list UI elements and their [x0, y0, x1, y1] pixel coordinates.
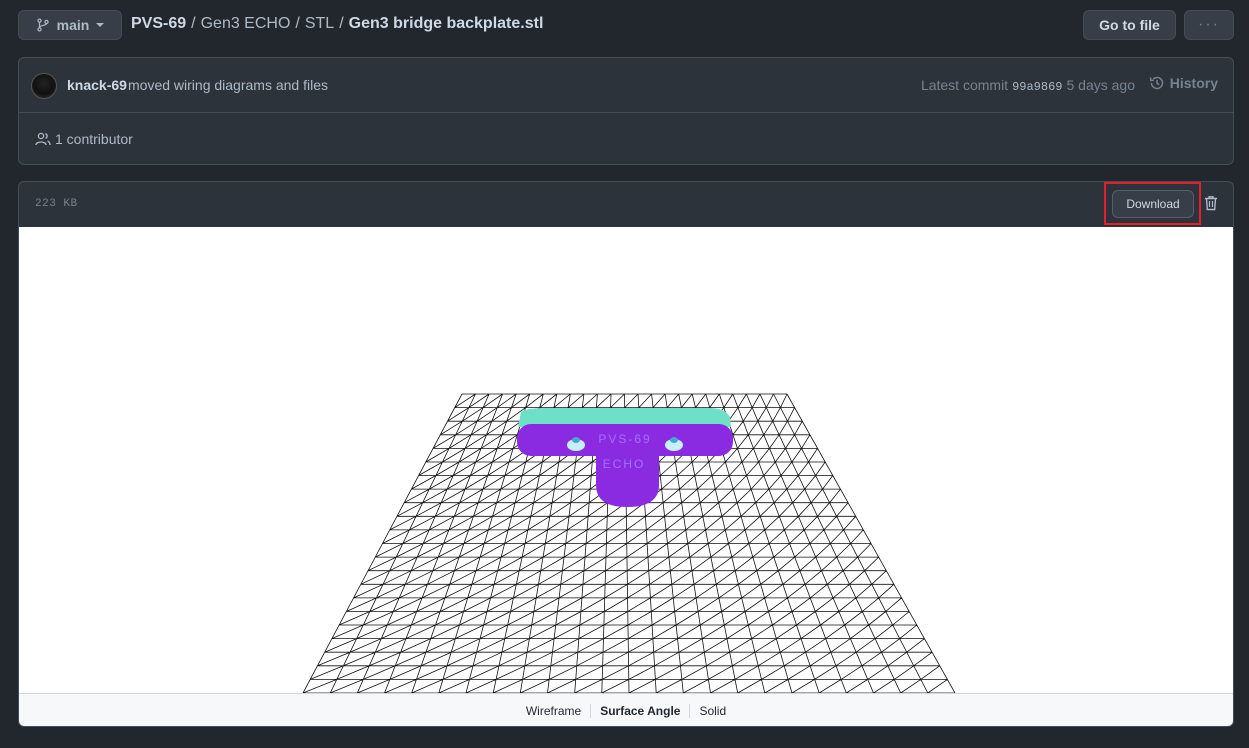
stl-render: PVS-69 ECHO: [302, 393, 956, 693]
file-size: 223 KB: [35, 198, 78, 210]
breadcrumb-dir-gen3-echo[interactable]: Gen3 ECHO: [201, 15, 291, 33]
git-branch-icon: [36, 18, 49, 32]
caret-down-icon: [96, 23, 105, 27]
avatar[interactable]: [31, 73, 57, 99]
people-icon: [35, 132, 51, 146]
file-header: 223 KB Download: [19, 182, 1233, 228]
breadcrumb: PVS-69 / Gen3 ECHO / STL / Gen3 bridge b…: [131, 15, 543, 33]
model-engraving-line2: ECHO: [603, 457, 646, 471]
commit-info-box: knack-69 moved wiring diagrams and files…: [18, 57, 1234, 165]
contributors-count: 1 contributor: [55, 131, 133, 147]
render-mode-bar: Wireframe Surface Angle Solid: [19, 693, 1233, 726]
commit-meta: Latest commit 99a9869 5 days ago: [921, 77, 1135, 94]
breadcrumb-repo-link[interactable]: PVS-69: [131, 15, 186, 33]
history-link[interactable]: History: [1149, 75, 1218, 91]
history-label: History: [1169, 75, 1218, 91]
latest-commit-label: Latest commit: [920, 77, 1009, 93]
latest-commit-row: knack-69 moved wiring diagrams and files…: [19, 58, 1233, 113]
trash-icon[interactable]: [1204, 195, 1218, 216]
breadcrumb-file-name: Gen3 bridge backplate.stl: [348, 15, 544, 32]
mode-wireframe-button[interactable]: Wireframe: [517, 704, 590, 718]
history-icon: [1149, 76, 1164, 90]
branch-selector-button[interactable]: main: [18, 10, 122, 40]
more-options-button[interactable]: ···: [1184, 10, 1234, 40]
mode-surface-angle-button[interactable]: Surface Angle: [591, 704, 689, 718]
breadcrumb-separator: /: [295, 15, 300, 32]
commit-sha-link[interactable]: 99a9869: [1012, 80, 1062, 94]
commit-message-link[interactable]: moved wiring diagrams and files: [128, 77, 328, 93]
contributors-link[interactable]: 1 contributor: [35, 131, 133, 147]
breadcrumb-separator: /: [191, 15, 196, 32]
commit-author-link[interactable]: knack-69: [67, 77, 127, 93]
breadcrumb-separator: /: [339, 15, 344, 32]
download-button[interactable]: Download: [1112, 190, 1194, 218]
breadcrumb-dir-stl[interactable]: STL: [305, 15, 334, 33]
go-to-file-button[interactable]: Go to file: [1083, 10, 1176, 40]
mode-solid-button[interactable]: Solid: [690, 704, 735, 718]
commit-time: 5 days ago: [1066, 77, 1136, 93]
model-engraving-line1: PVS-69: [598, 432, 651, 446]
stl-3d-viewer[interactable]: PVS-69 ECHO: [19, 227, 1233, 693]
file-viewer-box: 223 KB Download PVS-69 ECHO Wireframe Su…: [18, 181, 1234, 727]
branch-name: main: [56, 17, 90, 33]
